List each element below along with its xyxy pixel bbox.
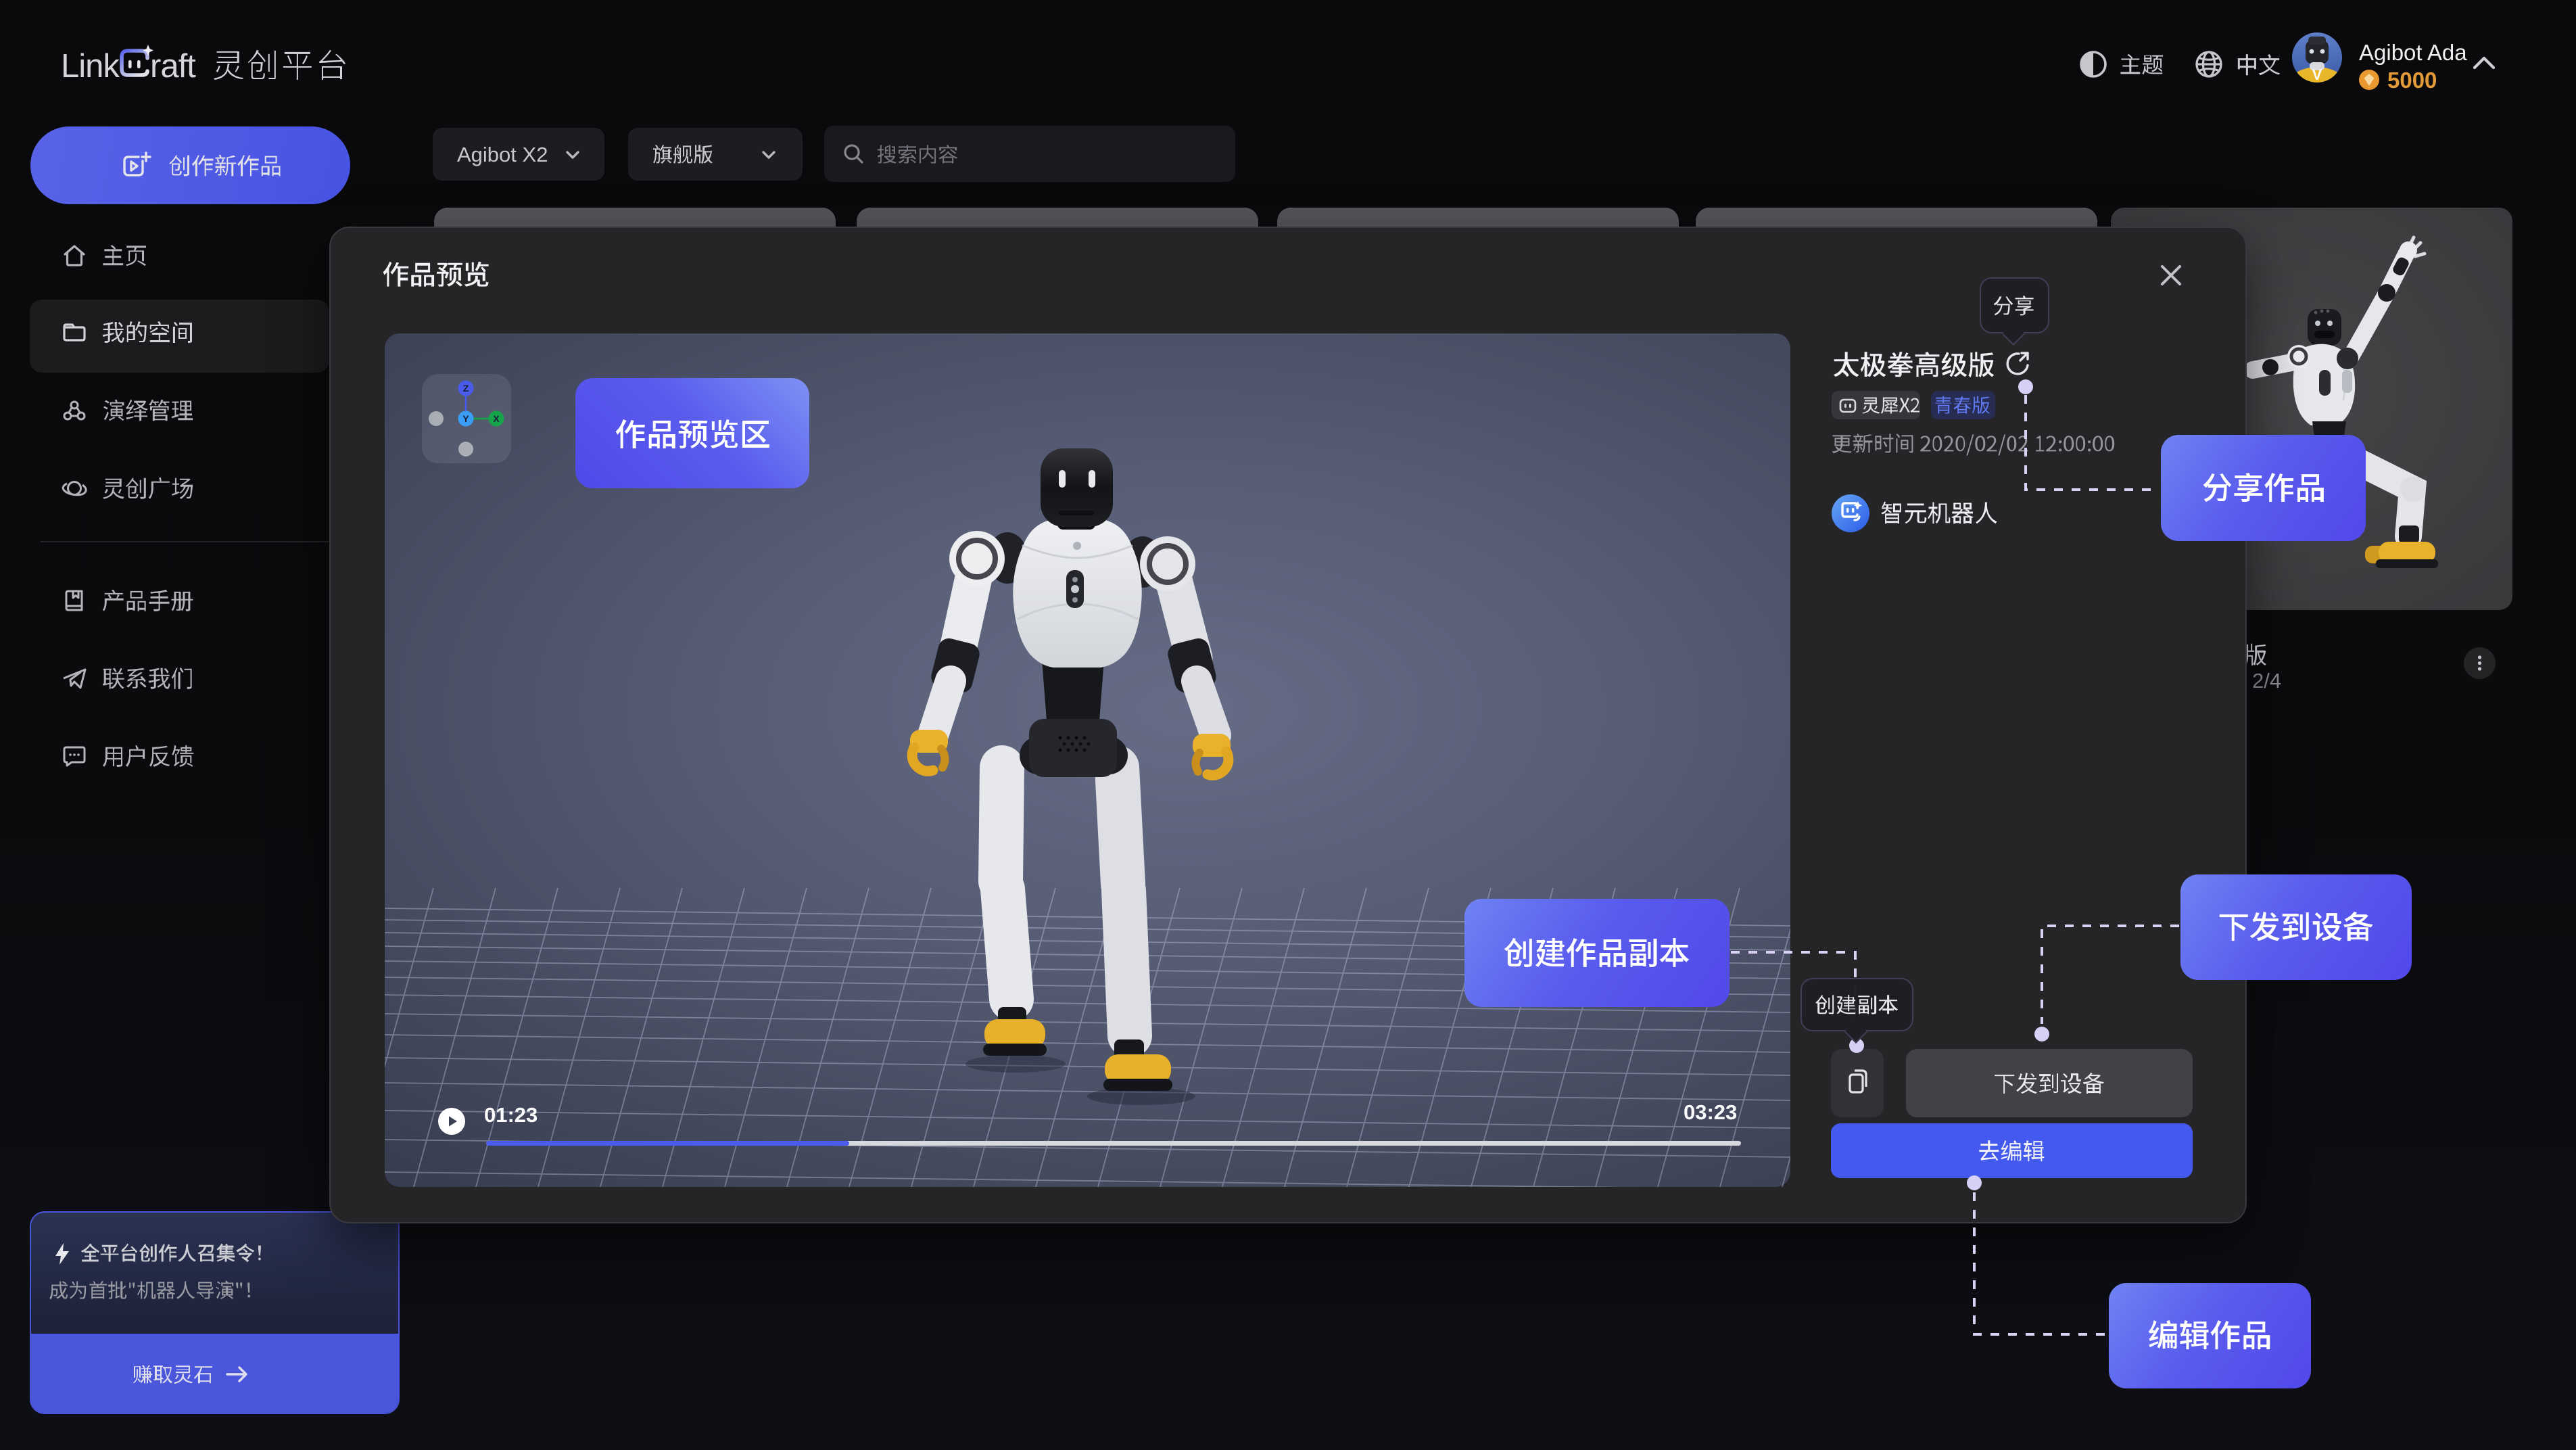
svg-text:Y: Y	[462, 413, 469, 424]
svg-text:V: V	[2312, 66, 2322, 83]
svg-text:X: X	[493, 413, 500, 424]
svg-text:Z: Z	[463, 383, 469, 394]
